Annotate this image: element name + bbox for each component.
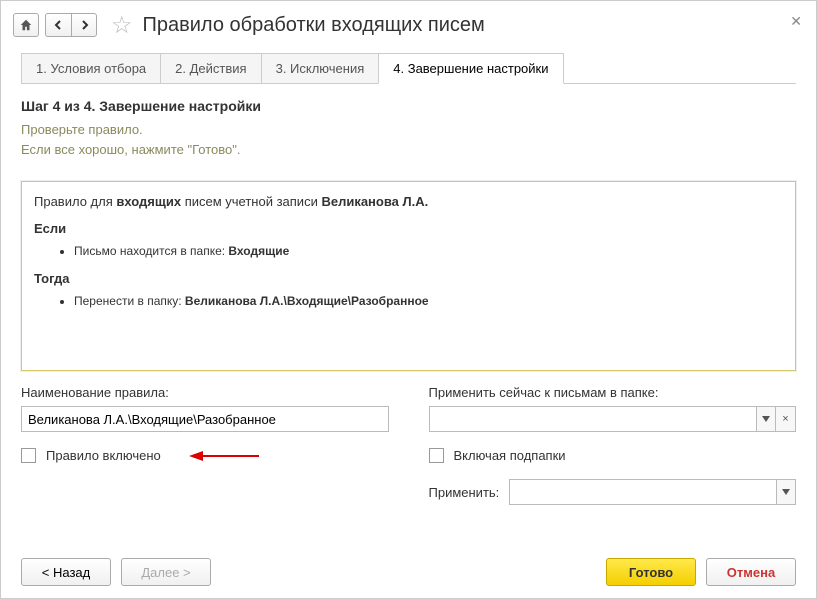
arrow-right-icon [78, 19, 90, 31]
step-header: Шаг 4 из 4. Завершение настройки [21, 98, 796, 114]
back-button[interactable]: < Назад [21, 558, 111, 586]
close-button[interactable]: ✕ [790, 13, 802, 30]
step-description: Проверьте правило. Если все хорошо, нажм… [21, 120, 796, 159]
apply-select-label: Применить: [429, 485, 500, 500]
cancel-button[interactable]: Отмена [706, 558, 796, 586]
apply-select-combo [509, 479, 796, 505]
apply-dropdown-button[interactable] [776, 479, 796, 505]
apply-folder-combo: × [429, 406, 797, 432]
dropdown-button[interactable] [756, 406, 776, 432]
rule-enabled-label: Правило включено [46, 448, 161, 463]
tab-finish[interactable]: 4. Завершение настройки [378, 53, 563, 84]
rule-name-input[interactable] [21, 406, 389, 432]
include-subfolders-label: Включая подпапки [454, 448, 566, 463]
arrow-left-icon [53, 19, 65, 31]
step-desc-line1: Проверьте правило. [21, 122, 143, 137]
tabs: 1. Условия отбора 2. Действия 3. Исключе… [21, 53, 796, 84]
home-button[interactable] [13, 13, 39, 37]
nav-buttons [13, 13, 97, 37]
apply-select-input[interactable] [509, 479, 776, 505]
form-col-left: Наименование правила: Правило включено [21, 385, 389, 463]
footer: < Назад Далее > Готово Отмена [21, 558, 796, 586]
tab-exceptions[interactable]: 3. Исключения [261, 53, 380, 83]
forward-nav-button[interactable] [71, 13, 97, 37]
next-button: Далее > [121, 558, 211, 586]
home-icon [19, 18, 33, 32]
chevron-down-icon [782, 489, 790, 495]
red-arrow-icon [189, 449, 259, 463]
rule-enabled-checkbox[interactable] [21, 448, 36, 463]
tab-conditions[interactable]: 1. Условия отбора [21, 53, 161, 83]
step-desc-line2: Если все хорошо, нажмите "Готово". [21, 142, 240, 157]
chevron-down-icon [762, 416, 770, 422]
summary-if-list: Письмо находится в папке: Входящие [34, 242, 783, 261]
summary-if-item: Письмо находится в папке: Входящие [74, 242, 783, 261]
form-col-right: Применить сейчас к письмам в папке: × Вк… [429, 385, 797, 505]
include-subfolders-checkbox[interactable] [429, 448, 444, 463]
titlebar: ☆ Правило обработки входящих писем ✕ [1, 1, 816, 49]
rule-enabled-row: Правило включено [21, 448, 389, 463]
tab-actions[interactable]: 2. Действия [160, 53, 261, 83]
rule-name-label: Наименование правила: [21, 385, 389, 400]
summary-line1: Правило для входящих писем учетной запис… [34, 192, 783, 213]
summary-then-list: Перенести в папку: Великанова Л.А.\Входя… [34, 292, 783, 311]
include-subfolders-row: Включая подпапки [429, 448, 797, 463]
window-title: Правило обработки входящих писем [143, 14, 485, 37]
summary-then-label: Тогда [34, 269, 783, 290]
done-button[interactable]: Готово [606, 558, 696, 586]
clear-button[interactable]: × [776, 406, 796, 432]
favorite-star-icon[interactable]: ☆ [111, 11, 133, 40]
footer-right: Готово Отмена [606, 558, 796, 586]
content-area: 1. Условия отбора 2. Действия 3. Исключе… [1, 53, 816, 525]
clear-x-icon: × [782, 413, 788, 425]
apply-folder-label: Применить сейчас к письмам в папке: [429, 385, 797, 400]
summary-then-item: Перенести в папку: Великанова Л.А.\Входя… [74, 292, 783, 311]
rule-summary-box: Правило для входящих писем учетной запис… [21, 181, 796, 371]
back-nav-button[interactable] [45, 13, 71, 37]
footer-left: < Назад Далее > [21, 558, 211, 586]
form-row: Наименование правила: Правило включено П… [21, 385, 796, 505]
apply-select-row: Применить: [429, 479, 797, 505]
summary-if-label: Если [34, 219, 783, 240]
apply-folder-input[interactable] [429, 406, 757, 432]
dialog-window: ☆ Правило обработки входящих писем ✕ 1. … [0, 0, 817, 599]
